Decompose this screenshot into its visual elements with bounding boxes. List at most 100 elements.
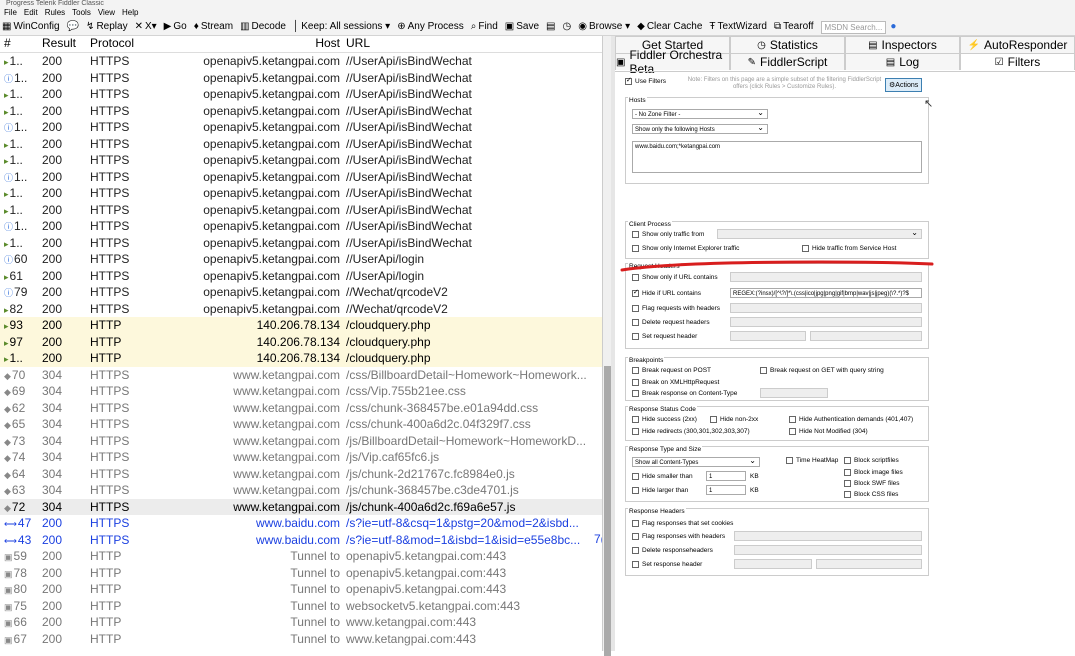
session-row[interactable]: ▣78 200 HTTP Tunnel to openapiv5.ketangpai.c… (0, 565, 607, 582)
session-row[interactable]: ⓘ1.. 200 HTTPS openapiv5.ketangpai.com //Use… (0, 70, 607, 87)
textwizard-button[interactable]: Ŧ TextWizard (709, 19, 767, 35)
host-list-input[interactable]: www.baidu.com;*ketangpai.com (632, 141, 922, 173)
hide-smaller-checkbox[interactable] (632, 473, 639, 480)
save-button[interactable]: ▣ Save (505, 19, 539, 35)
hide-if-url-input[interactable]: REGEX:(?insx)/[^\?/]*\.(css|ico|jpg|png|… (730, 288, 922, 298)
keep-button[interactable]: │ Keep: All sessions ▾ (293, 19, 390, 35)
session-row[interactable]: ▣80 200 HTTP Tunnel to openapiv5.ketangpai.c… (0, 581, 607, 598)
tab-autoresponder[interactable]: ⚡ AutoResponder (960, 36, 1075, 53)
hide-smaller-option[interactable]: Hide smaller than (632, 473, 693, 480)
session-row[interactable]: ▸1.. 200 HTTPS openapiv5.ketangpai.com //Use… (0, 86, 607, 103)
hide-auth-option[interactable]: Hide Authentication demands (401,407) (789, 416, 913, 423)
hide-non2xx-option[interactable]: Hide non-2xx (710, 416, 758, 423)
delete-headers-option[interactable]: Delete request headers (632, 319, 710, 326)
actions-button[interactable]: ⚙Actions (885, 78, 923, 92)
session-row[interactable]: ⓘ1.. 200 HTTPS openapiv5.ketangpai.com //Use… (0, 169, 607, 186)
session-row[interactable]: ▣59 200 HTTP Tunnel to openapiv5.ketangpai.c… (0, 548, 607, 565)
session-row[interactable]: ▣75 200 HTTP Tunnel to websocketv5.ketangpai… (0, 598, 607, 615)
block-swf-checkbox[interactable] (844, 480, 851, 487)
hide-redirects-option[interactable]: Hide redirects (300,301,302,303,307) (632, 428, 750, 435)
hide-service-host-option[interactable]: Hide traffic from Service Host (802, 245, 896, 252)
session-row[interactable]: ⓘ60 200 HTTPS openapiv5.ketangpai.com //User… (0, 251, 607, 268)
session-row[interactable]: ◆73 304 HTTPS www.ketangpai.com/js/Billboar… (0, 433, 607, 450)
go-button[interactable]: ▶ Go (164, 19, 187, 35)
time-heatmap-option[interactable]: Time HeatMap (786, 457, 838, 464)
zone-filter-select[interactable]: - No Zone Filter - (632, 108, 768, 119)
bp-post-option[interactable]: Break request on POST (632, 367, 711, 374)
comment-button[interactable]: 💬 (67, 19, 79, 35)
menu-file[interactable]: File (4, 7, 17, 19)
tab-fiddlerscript[interactable]: ✎ FiddlerScript (730, 53, 845, 70)
block-script-option[interactable]: Block scriptfiles (844, 457, 899, 464)
bp-xml-option[interactable]: Break on XMLHttpRequest (632, 379, 719, 386)
decode-button[interactable]: ▥ Decode (240, 19, 286, 35)
screenshot-button[interactable]: ▤ (546, 19, 555, 35)
replay-button[interactable]: ↯ Replay (86, 19, 128, 35)
menu-help[interactable]: Help (122, 7, 138, 19)
timer-button[interactable]: ◷ (563, 19, 572, 35)
block-swf-option[interactable]: Block SWF files (844, 480, 900, 487)
session-row[interactable]: ◆72 304 HTTPS www.ketangpai.com/js/chunk-40… (0, 498, 607, 515)
hide-304-option[interactable]: Hide Not Modified (304) (789, 428, 868, 435)
session-row[interactable]: ▣67 200 HTTP Tunnel to www.ketangpai.com:443 (0, 631, 607, 648)
host-mode-select[interactable]: Show only the following Hosts (632, 123, 768, 134)
hide-auth-checkbox[interactable] (789, 416, 796, 423)
session-row[interactable]: ◆69 304 HTTPS www.ketangpai.com/css/Vip.755… (0, 383, 607, 400)
time-heatmap-checkbox[interactable] (786, 457, 793, 464)
bp-ct-option[interactable]: Break response on Content-Type (632, 390, 737, 397)
session-row[interactable]: ▣66 200 HTTP Tunnel to www.ketangpai.com:443 (0, 614, 607, 631)
bp-ct-checkbox[interactable] (632, 390, 639, 397)
browse-button[interactable]: ◉ Browse ▾ (578, 19, 630, 35)
menu-view[interactable]: View (98, 7, 115, 19)
tab-filters[interactable]: ☑ Filters (960, 53, 1075, 70)
set-header-checkbox[interactable] (632, 333, 639, 340)
flag-headers-checkbox[interactable] (632, 305, 639, 312)
session-row[interactable]: ◆65 304 HTTPS www.ketangpai.com/css/chunk-4… (0, 416, 607, 433)
session-row[interactable]: ▸1.. 200 HTTPS openapiv5.ketangpai.com //Use… (0, 235, 607, 252)
tab-log[interactable]: ▤ Log (845, 53, 960, 70)
flag-resp-headers-checkbox[interactable] (632, 533, 639, 540)
session-row[interactable]: ⟷47 200 HTTPS www.baidu.com/s?ie=utf-8&csq=… (0, 515, 607, 532)
column-result[interactable]: Result (38, 36, 88, 52)
help-icon[interactable]: ● (890, 19, 896, 35)
ie-only-checkbox[interactable] (632, 245, 639, 252)
session-row[interactable]: ▸97 200 HTTP 140.206.78.134/cloudquery.php (0, 333, 607, 350)
block-image-checkbox[interactable] (844, 469, 851, 476)
remove-button[interactable]: ✕ X▾ (135, 19, 157, 35)
tab-statistics[interactable]: ◷ Statistics (730, 36, 845, 53)
use-filters-option[interactable]: Use Filters (625, 76, 666, 85)
bp-xml-checkbox[interactable] (632, 379, 639, 386)
delete-resp-headers-checkbox[interactable] (632, 547, 639, 554)
hide-smaller-input[interactable]: 1 (706, 471, 746, 481)
session-row[interactable]: ▸1.. 200 HTTP 140.206.78.134/cloudquery.php (0, 350, 607, 367)
hide-success-checkbox[interactable] (632, 416, 639, 423)
block-image-option[interactable]: Block image files (844, 469, 903, 476)
block-script-checkbox[interactable] (844, 457, 851, 464)
msdn-search-input[interactable]: MSDN Search... (820, 20, 887, 34)
content-types-select[interactable]: Show all Content-Types (632, 456, 760, 467)
delete-resp-headers-option[interactable]: Delete responseheaders (632, 547, 713, 554)
hide-success-option[interactable]: Hide success (2xx) (632, 416, 697, 423)
column-protocol[interactable]: Protocol (88, 36, 160, 52)
set-resp-header-option[interactable]: Set response header (632, 561, 702, 568)
hide-larger-input[interactable]: 1 (706, 485, 746, 495)
hide-service-host-checkbox[interactable] (802, 245, 809, 252)
tab-inspectors[interactable]: ▤ Inspectors (845, 36, 960, 53)
session-row[interactable]: ◆74 304 HTTPS www.ketangpai.com/js/Vip.caf6… (0, 449, 607, 466)
hide-non2xx-checkbox[interactable] (710, 416, 717, 423)
hide-if-url-checkbox[interactable] (632, 288, 639, 297)
column-num[interactable]: # (0, 36, 38, 52)
hide-redirects-checkbox[interactable] (632, 428, 639, 435)
flag-cookies-checkbox[interactable] (632, 520, 639, 527)
set-header-option[interactable]: Set request header (632, 333, 697, 340)
session-row[interactable]: ▸1.. 200 HTTPS openapiv5.ketangpai.com //Use… (0, 103, 607, 120)
session-row[interactable]: ◆64 304 HTTPS www.ketangpai.com/js/chunk-2d… (0, 466, 607, 483)
session-row[interactable]: ▸61 200 HTTPS openapiv5.ketangpai.com //User… (0, 268, 607, 285)
stream-button[interactable]: ♦ Stream (194, 19, 233, 35)
show-traffic-from-option[interactable]: Show only traffic from (632, 231, 704, 238)
session-row[interactable]: ◆70 304 HTTPS www.ketangpai.com/css/Billboa… (0, 367, 607, 384)
tearoff-button[interactable]: ⧉ Tearoff (774, 19, 814, 35)
session-row[interactable]: ▸1.. 200 HTTPS openapiv5.ketangpai.com //Use… (0, 202, 607, 219)
session-row[interactable]: ▸1.. 200 HTTPS openapiv5.ketangpai.com //Use… (0, 53, 607, 70)
hide-larger-option[interactable]: Hide larger than (632, 487, 688, 494)
